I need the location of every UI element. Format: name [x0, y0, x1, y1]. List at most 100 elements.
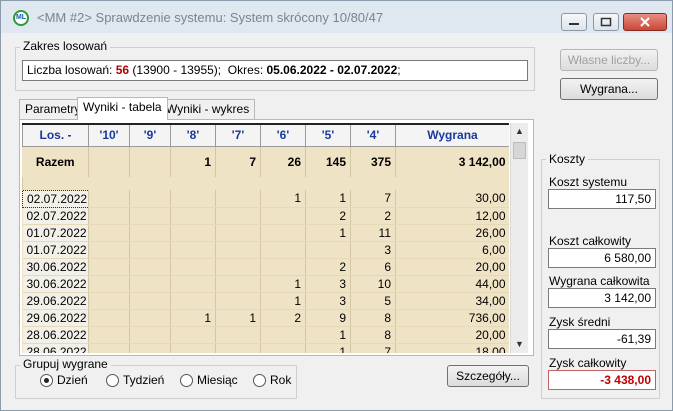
grupuj-legend: Grupuj wygrane: [20, 357, 111, 371]
table-cell: 10: [350, 275, 396, 293]
liczba-losowan-label: Liczba losowań:: [27, 63, 116, 77]
table-cell: [88, 326, 130, 344]
table-row[interactable]: 02.07.2022 1 1 7 30,00: [22, 189, 509, 208]
col-header-4[interactable]: '4': [350, 123, 396, 147]
col-header-9[interactable]: '9': [129, 123, 171, 147]
date-cell: 01.07.2022: [22, 241, 89, 259]
table-cell: 3: [305, 275, 351, 293]
table-cell: 145: [305, 146, 351, 177]
wlasne-liczby-button[interactable]: Własne liczby...: [560, 49, 658, 71]
table-cell: 18,00: [395, 343, 509, 353]
table-cell: 6,00: [395, 241, 509, 259]
col-header-10[interactable]: '10': [88, 123, 130, 147]
table-header-row: Los. - '10' '9' '8' '7' '6' '5' '4' Wygr…: [22, 123, 509, 147]
col-header-8[interactable]: '8': [170, 123, 216, 147]
table-cell: [129, 241, 171, 259]
table-cell: [129, 224, 171, 242]
table-cell: 736,00: [395, 309, 509, 327]
table-row[interactable]: 02.07.2022 2 2 12,00: [22, 207, 509, 225]
table-row[interactable]: 30.06.2022 1 3 10 44,00: [22, 275, 509, 293]
maximize-button[interactable]: [593, 13, 619, 31]
table-cell: [260, 241, 306, 259]
table-row[interactable]: 29.06.2022 1 3 5 34,00: [22, 292, 509, 310]
spacer-cell: [22, 177, 509, 190]
scroll-down-icon[interactable]: ▼: [511, 336, 528, 353]
close-button[interactable]: [623, 13, 667, 31]
col-header-5[interactable]: '5': [305, 123, 351, 147]
title-bar[interactable]: ML <MM #2> Sprawdzenie systemu: System s…: [1, 1, 672, 33]
table-cell: [260, 258, 306, 276]
table-cell: 1: [170, 146, 216, 177]
table-cell: [170, 343, 216, 353]
table-row[interactable]: 28.06.2022 1 8 20,00: [22, 326, 509, 344]
table-cell: [88, 207, 130, 225]
table-row[interactable]: 28.06.2022 1 7 18,00: [22, 343, 509, 353]
date-cell: 02.07.2022: [22, 189, 89, 208]
tab-wyniki-wykres[interactable]: Wyniki - wykres: [160, 99, 256, 119]
radio-empty-icon: [253, 374, 266, 387]
table-row[interactable]: 30.06.2022 2 6 20,00: [22, 258, 509, 276]
zysk-sredni-label: Zysk średni: [549, 315, 611, 329]
table-cell: 30,00: [395, 190, 509, 208]
table-cell: [129, 275, 171, 293]
date-cell: 28.06.2022: [22, 326, 89, 344]
table-cell: [215, 190, 261, 208]
maximize-icon: [600, 17, 612, 27]
results-grid[interactable]: Los. - '10' '9' '8' '7' '6' '5' '4' Wygr…: [22, 123, 509, 353]
table-cell: 8: [350, 326, 396, 344]
okres-value: 05.06.2022 - 02.07.2022: [266, 63, 398, 77]
table-cell: 12,00: [395, 207, 509, 225]
radio-dzien[interactable]: Dzień: [40, 373, 88, 387]
tab-wyniki-tabela[interactable]: Wyniki - tabela: [77, 97, 168, 120]
wygrana-button[interactable]: Wygrana...: [560, 78, 658, 100]
table-row[interactable]: 01.07.2022 3 6,00: [22, 241, 509, 259]
radio-label: Miesiąc: [197, 373, 238, 387]
minimize-button[interactable]: [561, 13, 587, 31]
table-row[interactable]: 01.07.2022 1 11 26,00: [22, 224, 509, 242]
table-cell: [170, 241, 216, 259]
spacer-row: [22, 177, 509, 190]
table-cell: 7: [350, 190, 396, 208]
radio-tydzien[interactable]: Tydzień: [106, 373, 164, 387]
table-cell: [260, 207, 306, 225]
table-cell: [215, 241, 261, 259]
scroll-up-icon[interactable]: ▲: [511, 123, 528, 140]
table-row[interactable]: 29.06.2022 1 1 2 9 8 736,00: [22, 309, 509, 327]
table-cell: 44,00: [395, 275, 509, 293]
koszt-calkowity-field: 6 580,00: [548, 248, 656, 268]
table-cell: [129, 343, 171, 353]
window-title: <MM #2> Sprawdzenie systemu: System skró…: [37, 10, 384, 25]
radio-rok[interactable]: Rok: [253, 373, 291, 387]
table-cell: [170, 258, 216, 276]
date-cell: 29.06.2022: [22, 309, 89, 327]
table-cell: [129, 292, 171, 310]
zysk-calkowity-field: -3 438,00: [548, 370, 656, 390]
col-header-wygrana[interactable]: Wygrana: [395, 123, 509, 147]
table-cell: 5: [350, 292, 396, 310]
table-cell: [215, 343, 261, 353]
table-cell: [129, 207, 171, 225]
liczba-losowan-count: 56: [115, 63, 130, 77]
table-cell: [170, 224, 216, 242]
grid-vertical-scrollbar[interactable]: ▲ ▼: [510, 123, 528, 353]
table-cell: [215, 258, 261, 276]
razem-row: Razem 1 7 26 145 375 3 142,00: [23, 146, 509, 177]
table-cell: 6: [350, 258, 396, 276]
szczegoly-button[interactable]: Szczegóły...: [447, 365, 529, 387]
radio-miesiac[interactable]: Miesiąc: [180, 373, 238, 387]
main-window: ML <MM #2> Sprawdzenie systemu: System s…: [0, 0, 673, 411]
zakres-legend: Zakres losowań: [20, 39, 111, 53]
table-cell: 9: [305, 309, 351, 327]
table-cell: 3: [305, 292, 351, 310]
table-cell: [170, 326, 216, 344]
table-cell: [88, 309, 130, 327]
table-cell: [88, 343, 130, 353]
table-cell: 2: [350, 207, 396, 225]
col-header-7[interactable]: '7': [215, 123, 261, 147]
col-header-6[interactable]: '6': [260, 123, 306, 147]
okres-suffix: ;: [397, 63, 401, 77]
col-header-los[interactable]: Los. -: [22, 123, 89, 147]
scroll-thumb[interactable]: [513, 142, 526, 159]
wygrana-calkowita-label: Wygrana całkowita: [549, 274, 650, 288]
table-cell: 1: [305, 343, 351, 353]
